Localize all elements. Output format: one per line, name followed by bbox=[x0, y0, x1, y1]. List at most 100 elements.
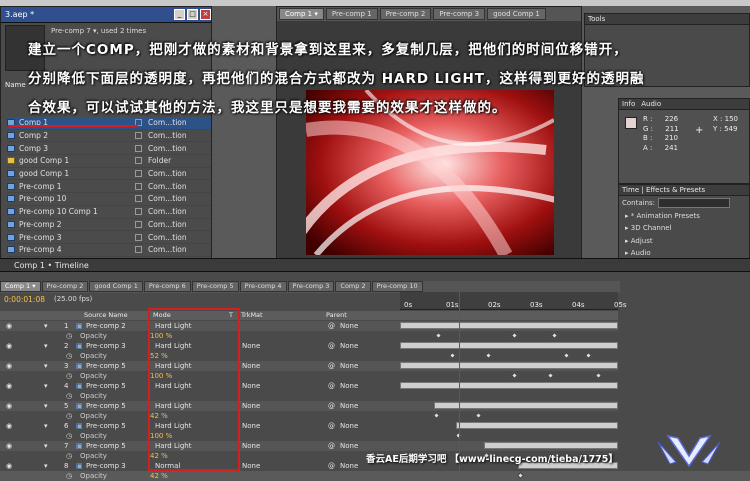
stopwatch-icon[interactable]: ◷ bbox=[66, 391, 72, 401]
viewer-tab[interactable]: Pre-comp 3 bbox=[433, 8, 486, 20]
label-color-box[interactable] bbox=[135, 132, 142, 140]
timeline-tab[interactable]: Pre-comp 4 bbox=[239, 281, 287, 292]
layer-row[interactable]: ◉ ▾ 7 ▣ Pre-comp 5 Hard Light None @ None bbox=[0, 441, 618, 451]
parent-select[interactable]: None bbox=[340, 421, 358, 431]
layer-source-name[interactable]: Pre-comp 3 bbox=[86, 341, 126, 351]
timeline-tab[interactable]: Comp 1 ▾ bbox=[0, 281, 41, 292]
source-name-header[interactable]: Source Name bbox=[84, 311, 128, 319]
stopwatch-icon[interactable]: ◷ bbox=[66, 431, 72, 441]
current-time-indicator[interactable] bbox=[459, 292, 460, 471]
visibility-eye-icon[interactable]: ◉ bbox=[6, 321, 12, 331]
twirl-arrow-icon[interactable]: ▾ bbox=[44, 461, 48, 471]
parent-select[interactable]: None bbox=[340, 441, 358, 451]
layer-duration-track[interactable] bbox=[400, 361, 618, 370]
layer-duration-track[interactable] bbox=[400, 441, 618, 450]
parent-select[interactable]: None bbox=[340, 381, 358, 391]
keyframe-icon[interactable] bbox=[510, 371, 519, 380]
label-color-box[interactable] bbox=[135, 144, 142, 152]
viewer-tab[interactable]: Pre-comp 2 bbox=[379, 8, 432, 20]
twirl-arrow-icon[interactable]: ▾ bbox=[44, 401, 48, 411]
twirl-arrow-icon[interactable]: ▾ bbox=[44, 321, 48, 331]
layer-bar[interactable] bbox=[400, 322, 618, 329]
visibility-eye-icon[interactable]: ◉ bbox=[6, 461, 12, 471]
parent-header[interactable]: Parent bbox=[326, 311, 347, 319]
label-color-box[interactable] bbox=[135, 220, 142, 228]
parent-select[interactable]: None bbox=[340, 401, 358, 411]
layer-row[interactable]: ◉ ▾ 5 ▣ Pre-comp 5 Hard Light None @ None bbox=[0, 401, 618, 411]
label-color-box[interactable] bbox=[135, 170, 142, 178]
viewer-tab[interactable]: Pre-comp 1 bbox=[325, 8, 378, 20]
visibility-eye-icon[interactable]: ◉ bbox=[6, 341, 12, 351]
project-item[interactable]: good Comp 1 Com...tion bbox=[7, 168, 211, 181]
trkmat-select[interactable]: None bbox=[242, 421, 260, 431]
project-item[interactable]: Comp 2 Com...tion bbox=[7, 130, 211, 143]
trkmat-select[interactable]: None bbox=[242, 341, 260, 351]
parent-pickwhip-icon[interactable]: @ bbox=[328, 381, 335, 391]
layer-bar[interactable] bbox=[400, 362, 618, 369]
keyframe-icon[interactable] bbox=[510, 331, 519, 340]
effects-category[interactable]: ▸ Adjust bbox=[619, 235, 749, 247]
maximize-button[interactable]: □ bbox=[187, 9, 198, 20]
parent-pickwhip-icon[interactable]: @ bbox=[328, 321, 335, 331]
label-color-box[interactable] bbox=[135, 195, 142, 203]
parent-pickwhip-icon[interactable]: @ bbox=[328, 461, 335, 471]
layer-duration-track[interactable] bbox=[400, 341, 618, 350]
contains-input[interactable] bbox=[658, 198, 731, 208]
project-item[interactable]: Comp 3 Com...tion bbox=[7, 142, 211, 156]
stopwatch-icon[interactable]: ◷ bbox=[66, 331, 72, 341]
layer-bar[interactable] bbox=[400, 342, 618, 349]
timecode[interactable]: 0:00:01:08 bbox=[4, 295, 45, 304]
parent-pickwhip-icon[interactable]: @ bbox=[328, 401, 335, 411]
opacity-property-row[interactable]: ◷ Opacity 42 % bbox=[0, 411, 618, 421]
timeline-tab[interactable]: good Comp 1 bbox=[89, 281, 143, 292]
keyframe-icon[interactable] bbox=[516, 471, 525, 480]
effects-category[interactable]: ▸ 3D Channel bbox=[619, 222, 749, 234]
layer-duration-track[interactable] bbox=[400, 401, 618, 410]
trkmat-select[interactable]: None bbox=[242, 441, 260, 451]
keyframe-icon[interactable] bbox=[484, 351, 493, 360]
project-item[interactable]: Comp 1 Com...tion bbox=[7, 117, 211, 130]
viewer-tab[interactable]: Comp 1 ▾ bbox=[279, 8, 324, 20]
parent-select[interactable]: None bbox=[340, 321, 358, 331]
trkmat-select[interactable]: None bbox=[242, 401, 260, 411]
layer-source-name[interactable]: Pre-comp 2 bbox=[86, 321, 126, 331]
parent-pickwhip-icon[interactable]: @ bbox=[328, 421, 335, 431]
layer-row[interactable]: ◉ ▾ 2 ▣ Pre-comp 3 Hard Light None @ None bbox=[0, 341, 618, 351]
label-color-box[interactable] bbox=[135, 208, 142, 216]
minimize-button[interactable]: _ bbox=[174, 9, 185, 20]
layer-source-name[interactable]: Pre-comp 5 bbox=[86, 421, 126, 431]
project-item[interactable]: Pre-comp 10 Com...tion bbox=[7, 193, 211, 206]
layer-row[interactable]: ◉ ▾ 3 ▣ Pre-comp 5 Hard Light None @ None bbox=[0, 361, 618, 371]
opacity-property-row[interactable]: ◷ Opacity 42 % bbox=[0, 471, 618, 481]
trkmat-header[interactable]: TrkMat bbox=[241, 311, 263, 319]
stopwatch-icon[interactable]: ◷ bbox=[66, 351, 72, 361]
keyframe-icon[interactable] bbox=[594, 371, 603, 380]
timeline-tab[interactable]: Comp 2 bbox=[335, 281, 371, 292]
keyframe-icon[interactable] bbox=[432, 411, 441, 420]
twirl-arrow-icon[interactable]: ▾ bbox=[44, 441, 48, 451]
layer-source-name[interactable]: Pre-comp 5 bbox=[86, 361, 126, 371]
parent-select[interactable]: None bbox=[340, 341, 358, 351]
layer-duration-track[interactable] bbox=[400, 381, 618, 390]
visibility-eye-icon[interactable]: ◉ bbox=[6, 401, 12, 411]
close-button[interactable]: × bbox=[200, 9, 211, 20]
label-color-box[interactable] bbox=[135, 246, 142, 254]
timeline-tab[interactable]: Pre-comp 10 bbox=[371, 281, 423, 292]
layer-duration-track[interactable] bbox=[400, 421, 618, 430]
tab-audio[interactable]: Audio bbox=[641, 99, 661, 109]
visibility-eye-icon[interactable]: ◉ bbox=[6, 381, 12, 391]
twirl-arrow-icon[interactable]: ▾ bbox=[44, 381, 48, 391]
keyframe-icon[interactable] bbox=[434, 331, 443, 340]
project-item[interactable]: Pre-comp 4 Com...tion bbox=[7, 244, 211, 257]
project-item[interactable]: Pre-comp 1 Com...tion bbox=[7, 180, 211, 194]
layer-bar[interactable] bbox=[400, 382, 618, 389]
trkmat-select[interactable]: None bbox=[242, 461, 260, 471]
keyframe-icon[interactable] bbox=[584, 351, 593, 360]
layer-bar[interactable] bbox=[456, 422, 618, 429]
opacity-property-row[interactable]: ◷ Opacity 52 % bbox=[0, 351, 618, 361]
project-item[interactable]: Pre-comp 3 Com...tion bbox=[7, 231, 211, 244]
visibility-eye-icon[interactable]: ◉ bbox=[6, 361, 12, 371]
layer-row[interactable]: ◉ ▾ 6 ▣ Pre-comp 5 Hard Light None @ None bbox=[0, 421, 618, 431]
twirl-arrow-icon[interactable]: ▾ bbox=[44, 361, 48, 371]
timeline-tab[interactable]: Pre-comp 6 bbox=[143, 281, 191, 292]
